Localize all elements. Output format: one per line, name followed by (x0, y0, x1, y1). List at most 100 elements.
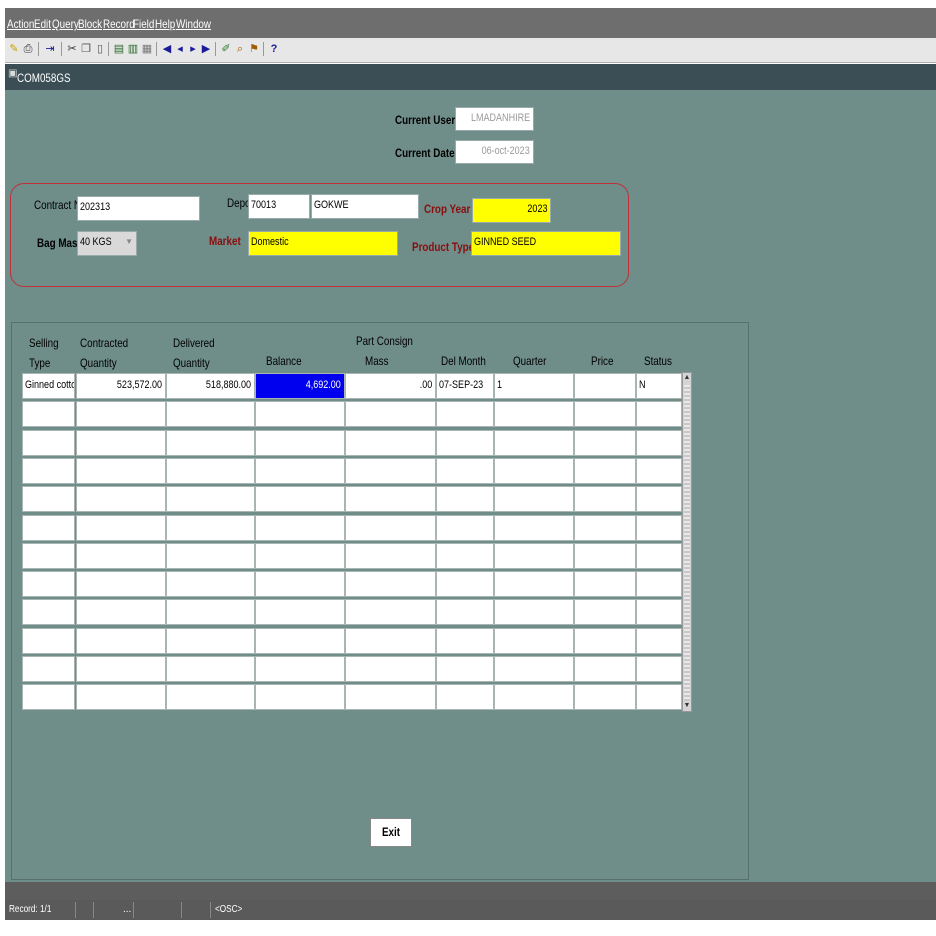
cell-del-month[interactable] (436, 430, 494, 456)
menu-action[interactable]: Action (7, 17, 34, 31)
cell-contracted-qty[interactable]: 523,572.00 (76, 373, 166, 399)
cell-contracted-qty[interactable] (76, 543, 166, 569)
cell-delivered-qty[interactable] (166, 486, 255, 512)
cell-selling-type[interactable] (22, 599, 75, 625)
cell-balance[interactable] (255, 628, 345, 654)
cell-price[interactable] (574, 486, 636, 512)
depot-name-field[interactable]: GOKWE (311, 194, 419, 219)
menu-window[interactable]: Window (176, 17, 211, 31)
cell-del-month[interactable] (436, 571, 494, 597)
cell-selling-type[interactable] (22, 656, 75, 682)
cell-part-consign-mass[interactable] (345, 571, 436, 597)
cell-selling-type[interactable] (22, 515, 75, 541)
cell-balance[interactable] (255, 515, 345, 541)
menu-edit[interactable]: Edit (34, 17, 51, 31)
scroll-up-icon[interactable]: ▲ (683, 373, 691, 383)
cell-quarter[interactable] (494, 684, 574, 710)
cell-del-month[interactable]: 07-SEP-23 (436, 373, 494, 399)
menu-block[interactable]: Block (78, 17, 102, 31)
cell-del-month[interactable] (436, 458, 494, 484)
scrollbar-thumb[interactable] (684, 385, 690, 701)
cell-status[interactable]: N (636, 373, 682, 399)
cell-selling-type[interactable] (22, 628, 75, 654)
cell-contracted-qty[interactable] (76, 684, 166, 710)
contract-no-field[interactable]: 202313 (77, 196, 200, 221)
grid-scrollbar[interactable]: ▲ ▼ (682, 372, 692, 712)
cell-quarter[interactable] (494, 430, 574, 456)
cell-delivered-qty[interactable] (166, 458, 255, 484)
cell-part-consign-mass[interactable] (345, 543, 436, 569)
cell-balance[interactable] (255, 486, 345, 512)
cell-delivered-qty[interactable] (166, 628, 255, 654)
cell-contracted-qty[interactable] (76, 656, 166, 682)
cell-delivered-qty[interactable] (166, 599, 255, 625)
paste-icon[interactable]: ▯ (93, 42, 107, 56)
cell-selling-type[interactable] (22, 684, 75, 710)
cell-contracted-qty[interactable] (76, 628, 166, 654)
cell-contracted-qty[interactable] (76, 458, 166, 484)
cell-price[interactable] (574, 401, 636, 427)
chevron-down-icon[interactable]: ▼ (125, 237, 133, 246)
cell-status[interactable] (636, 430, 682, 456)
cell-status[interactable] (636, 599, 682, 625)
cell-contracted-qty[interactable] (76, 486, 166, 512)
cell-quarter[interactable] (494, 486, 574, 512)
prev-record-icon[interactable]: ◂ (173, 42, 187, 56)
menu-query[interactable]: Query (52, 17, 79, 31)
cell-selling-type[interactable] (22, 571, 75, 597)
cell-part-consign-mass[interactable] (345, 599, 436, 625)
cell-status[interactable] (636, 401, 682, 427)
cell-del-month[interactable] (436, 684, 494, 710)
help-icon[interactable]: ? (267, 42, 281, 56)
cell-del-month[interactable] (436, 656, 494, 682)
bag-mass-dropdown[interactable]: 40 KGS ▼ (77, 231, 137, 256)
cell-price[interactable] (574, 458, 636, 484)
cell-part-consign-mass[interactable] (345, 628, 436, 654)
cell-price[interactable] (574, 571, 636, 597)
cell-del-month[interactable] (436, 543, 494, 569)
cell-part-consign-mass[interactable] (345, 684, 436, 710)
cell-status[interactable] (636, 486, 682, 512)
cell-selling-type[interactable] (22, 401, 75, 427)
cell-selling-type[interactable] (22, 458, 75, 484)
query-icon[interactable]: ⌕ (233, 42, 247, 56)
cell-delivered-qty[interactable]: 518,880.00 (166, 373, 255, 399)
cell-delivered-qty[interactable] (166, 515, 255, 541)
cell-balance[interactable] (255, 571, 345, 597)
cell-quarter[interactable]: 1 (494, 373, 574, 399)
market-field[interactable]: Domestic (248, 231, 398, 256)
cell-quarter[interactable] (494, 628, 574, 654)
menu-record[interactable]: Record (103, 17, 135, 31)
cell-quarter[interactable] (494, 458, 574, 484)
cell-price[interactable] (574, 543, 636, 569)
cut-icon[interactable]: ✂ (65, 42, 79, 56)
cell-delivered-qty[interactable] (166, 401, 255, 427)
cell-contracted-qty[interactable] (76, 515, 166, 541)
cell-price[interactable] (574, 373, 636, 399)
depot-code-field[interactable]: 70013 (248, 194, 310, 219)
cell-balance[interactable] (255, 458, 345, 484)
cell-balance[interactable] (255, 401, 345, 427)
cell-quarter[interactable] (494, 515, 574, 541)
cell-price[interactable] (574, 430, 636, 456)
cell-del-month[interactable] (436, 628, 494, 654)
cell-price[interactable] (574, 628, 636, 654)
cell-quarter[interactable] (494, 599, 574, 625)
delete-record-icon[interactable]: ▥ (126, 42, 140, 56)
menu-help[interactable]: Help (155, 17, 175, 31)
clear-record-icon[interactable]: ▦ (140, 42, 154, 56)
cell-quarter[interactable] (494, 401, 574, 427)
cell-balance[interactable] (255, 543, 345, 569)
cell-del-month[interactable] (436, 599, 494, 625)
cell-part-consign-mass[interactable]: .00 (345, 373, 436, 399)
cell-selling-type[interactable]: Ginned cottons (22, 373, 75, 399)
cell-contracted-qty[interactable] (76, 430, 166, 456)
product-type-field[interactable]: GINNED SEED (471, 231, 621, 256)
cell-price[interactable] (574, 599, 636, 625)
insert-record-icon[interactable]: ▤ (112, 42, 126, 56)
cell-selling-type[interactable] (22, 430, 75, 456)
last-record-icon[interactable]: ▶ (199, 42, 213, 56)
edit-icon[interactable]: ✐ (219, 42, 233, 56)
cell-price[interactable] (574, 684, 636, 710)
cell-del-month[interactable] (436, 401, 494, 427)
